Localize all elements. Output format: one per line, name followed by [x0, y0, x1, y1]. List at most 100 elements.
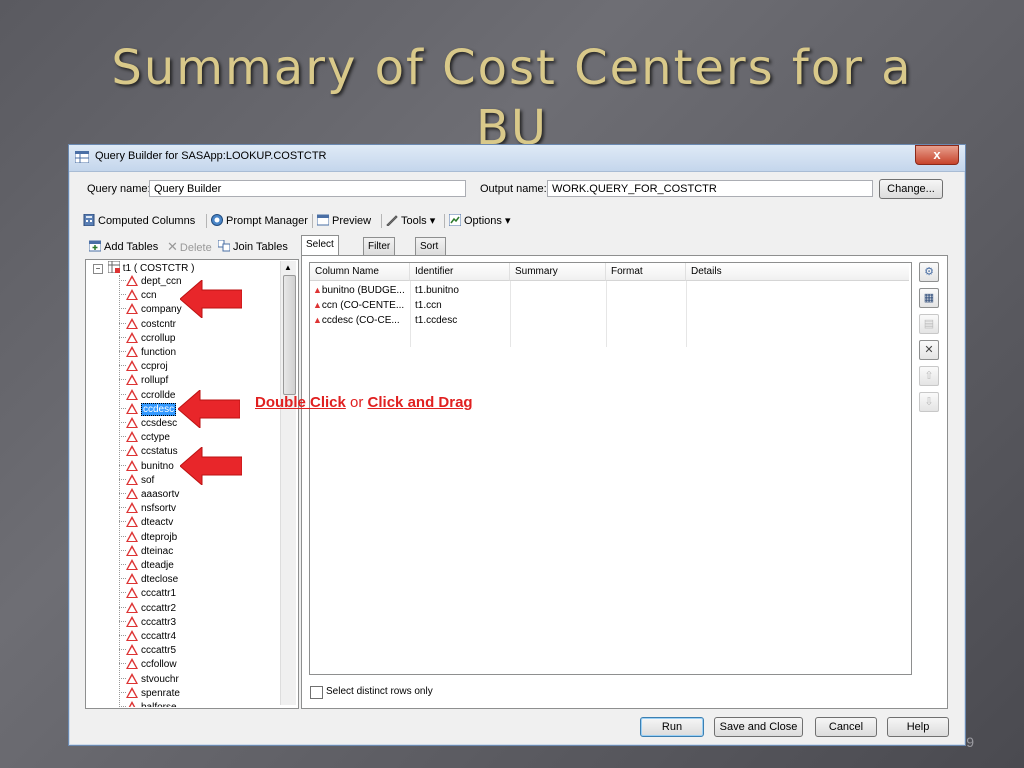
- output-name-field[interactable]: WORK.QUERY_FOR_COSTCTR: [547, 180, 873, 197]
- column-icon: [126, 445, 138, 457]
- close-button[interactable]: x: [915, 145, 959, 165]
- tree-item[interactable]: dteactv: [119, 516, 173, 530]
- column-icon: [126, 402, 138, 414]
- filter-button[interactable]: ▤: [919, 314, 939, 334]
- delete-icon: ✕: [167, 239, 178, 254]
- delete-button[interactable]: ✕ Delete: [167, 237, 212, 257]
- table-row[interactable]: ▲ccn (CO-CENTE...: [313, 298, 409, 313]
- tree-item[interactable]: spenrate: [119, 686, 180, 701]
- calculator-icon: ▦: [923, 292, 935, 304]
- table-row[interactable]: ▲ccdesc (CO-CE...: [313, 313, 409, 328]
- distinct-rows-checkbox[interactable]: [310, 686, 323, 699]
- tab-filter-data[interactable]: Filter Data: [363, 237, 396, 269]
- close-icon: ✕: [924, 344, 934, 356]
- column-icon: [126, 644, 138, 656]
- prompt-manager-button[interactable]: Prompt Manager: [211, 211, 308, 231]
- tab-sort-data[interactable]: Sort Data: [415, 237, 447, 269]
- collapse-icon[interactable]: −: [93, 264, 103, 274]
- tree-item-label: rollupf: [141, 375, 169, 387]
- add-tables-button[interactable]: Add Tables: [89, 237, 158, 257]
- tree-connector: [119, 521, 126, 523]
- column-header[interactable]: Format: [606, 263, 686, 281]
- tree-item-label: ccrollup: [141, 332, 176, 344]
- tree-item-label: ccsdesc: [141, 418, 178, 429]
- distinct-rows-label: Select distinct rows only: [326, 686, 433, 697]
- arrow-down-icon: ⇩: [924, 396, 934, 408]
- tree-item[interactable]: ccsdesc: [119, 417, 177, 431]
- help-button[interactable]: Help: [887, 717, 949, 737]
- cancel-button[interactable]: Cancel: [815, 717, 877, 737]
- column-header[interactable]: Summary: [510, 263, 606, 281]
- query-name-label: Query name:: [87, 183, 151, 195]
- tree-item[interactable]: balforse: [119, 701, 177, 707]
- column-icon: [126, 530, 138, 542]
- preview-button[interactable]: Preview: [317, 211, 371, 231]
- column-header[interactable]: Details: [686, 263, 909, 281]
- column-icon: [126, 374, 138, 386]
- selected-columns-grid: Column Name Identifier Summary Format De…: [309, 262, 912, 675]
- tree-item[interactable]: sof: [119, 473, 154, 488]
- tree-item[interactable]: ccstatus: [119, 445, 178, 459]
- column-icon: [126, 459, 138, 471]
- join-tables-icon: [218, 240, 230, 252]
- tree-item[interactable]: ccrollup: [119, 331, 176, 346]
- tree-item[interactable]: dept_ccn: [119, 275, 182, 289]
- computed-columns-button[interactable]: Computed Columns: [83, 211, 195, 231]
- run-button[interactable]: Run: [640, 717, 704, 737]
- column-icon: [126, 417, 138, 428]
- tree-item[interactable]: cccattr4: [119, 630, 176, 644]
- tree-connector: [119, 393, 126, 395]
- tree-item[interactable]: dteinac: [119, 544, 173, 559]
- tree-item-label: ccrollde: [141, 389, 176, 401]
- tab-select-data[interactable]: Select Data: [301, 235, 339, 267]
- move-up-button[interactable]: ⇧: [919, 366, 939, 386]
- computed-column-button[interactable]: ▦: [919, 288, 939, 308]
- column-header[interactable]: Identifier: [410, 263, 510, 281]
- tree-item[interactable]: stvouchr: [119, 672, 179, 687]
- query-name-field[interactable]: Query Builder: [149, 180, 466, 197]
- join-tables-button[interactable]: Join Tables: [218, 237, 288, 257]
- table-row[interactable]: ▲bunitno (BUDGE...: [313, 283, 409, 298]
- options-menu[interactable]: Options ▾: [449, 211, 511, 231]
- tree-item[interactable]: ccproj: [119, 360, 168, 374]
- tree-item[interactable]: bunitno: [119, 459, 174, 474]
- tree-connector: [119, 649, 126, 651]
- tree-item-label: costcntr: [141, 318, 177, 330]
- tree-connector: [119, 549, 126, 551]
- tree-item[interactable]: nsfsortv: [119, 502, 176, 516]
- column-header[interactable]: Column Name: [310, 263, 410, 281]
- slide-title: Summary of Cost Centers for a BU: [111, 40, 913, 156]
- column-icon: [126, 544, 138, 556]
- tree-item[interactable]: aaasortv: [119, 488, 179, 502]
- tree-item[interactable]: company: [119, 303, 182, 317]
- tree-item[interactable]: ccdesc: [119, 402, 177, 417]
- tools-label: Tools: [401, 215, 427, 227]
- tree-item[interactable]: cccattr1: [119, 587, 176, 601]
- change-button[interactable]: Change...: [879, 179, 943, 199]
- tree-item[interactable]: ccfollow: [119, 658, 177, 672]
- tree-item[interactable]: dteadje: [119, 559, 174, 573]
- tree-item[interactable]: dteclose: [119, 573, 178, 587]
- output-name-label: Output name:: [480, 183, 547, 195]
- column-icon: ▲: [313, 300, 322, 310]
- tree-item[interactable]: cccattr2: [119, 601, 176, 616]
- tree-item[interactable]: rollupf: [119, 374, 168, 388]
- tools-menu[interactable]: Tools ▾: [386, 211, 435, 231]
- tree-item[interactable]: ccn: [119, 289, 157, 303]
- remove-column-button[interactable]: ✕: [919, 340, 939, 360]
- tree-connector: [119, 436, 126, 438]
- tree-item[interactable]: dteprojb: [119, 530, 177, 545]
- move-down-button[interactable]: ⇩: [919, 392, 939, 412]
- tree-item[interactable]: cctype: [119, 431, 170, 445]
- options-icon: [449, 214, 461, 226]
- column-icon: [126, 346, 138, 357]
- tree-root[interactable]: − t1 ( COSTCTR ): [93, 261, 194, 275]
- tree-item[interactable]: costcntr: [119, 317, 177, 332]
- tree-item[interactable]: cccattr5: [119, 644, 176, 658]
- save-and-close-button[interactable]: Save and Close: [714, 717, 803, 737]
- tree-item[interactable]: function: [119, 346, 176, 360]
- properties-button[interactable]: ⚙: [919, 262, 939, 282]
- tree-item-label: cccattr3: [141, 616, 177, 628]
- tree-item[interactable]: ccrollde: [119, 388, 176, 403]
- tree-item[interactable]: cccattr3: [119, 615, 177, 630]
